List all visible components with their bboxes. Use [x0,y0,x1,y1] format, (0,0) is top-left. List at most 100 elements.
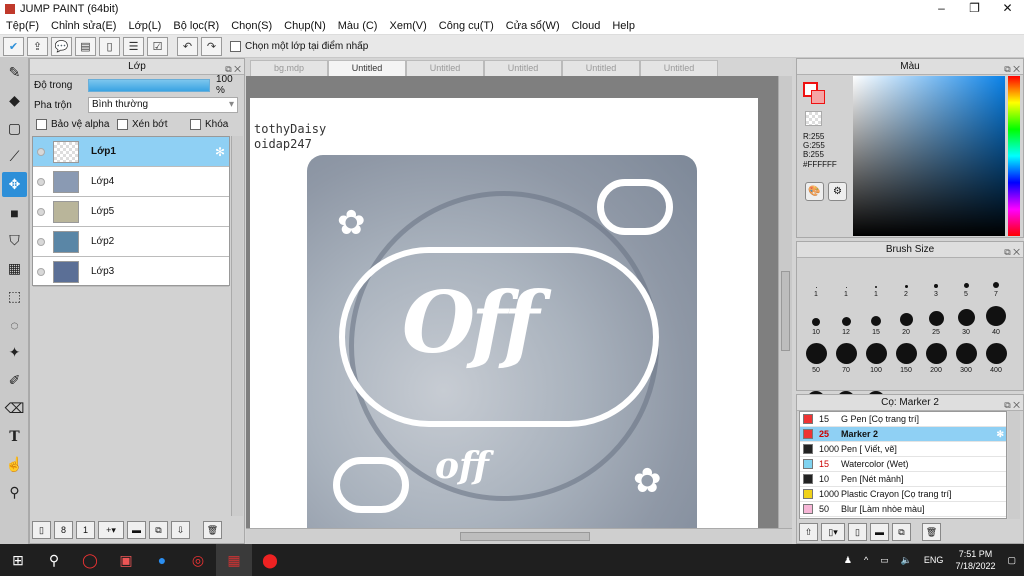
brush-list-scrollbar[interactable] [1008,411,1020,519]
brush-delete-icon[interactable]: 🗑 [922,523,941,541]
layer-row[interactable]: Lớp2 [33,227,229,257]
layer-row[interactable]: Lớp5 [33,197,229,227]
brush-duplicate-icon[interactable]: ⧉ [892,523,911,541]
visibility-toggle[interactable] [37,147,45,156]
blend-mode-select[interactable]: Bình thường [88,97,238,113]
rectangle-tool-icon[interactable]: ▢ [2,116,27,141]
brush-copy-icon[interactable]: ▯▾ [821,523,845,541]
select-eraser-tool-icon[interactable]: ⌫ [2,396,27,421]
saturation-value-picker[interactable] [853,76,1005,236]
menu-select[interactable]: Chọn(S) [225,20,278,32]
brush-folder-icon[interactable]: ▬ [870,523,889,541]
layer-row[interactable]: Lớp4 [33,167,229,197]
brush-add-icon[interactable]: ⇧ [799,523,818,541]
select-rect-tool-icon[interactable]: ⬚ [2,284,27,309]
canvas-horizontal-scrollbar[interactable] [246,528,792,544]
checklist-icon[interactable]: ☑ [147,36,168,56]
bucket-tool-icon[interactable]: ⛉ [2,228,27,253]
new-layer-icon[interactable]: ▯ [32,521,51,539]
brush-size-cell[interactable]: 2 [891,262,921,298]
delete-layer-icon[interactable]: 🗑 [203,521,222,539]
brush-size-cell[interactable]: 15 [861,300,891,336]
gear-icon[interactable]: ✻ [215,145,225,159]
menu-tools[interactable]: Công cụ(T) [433,20,500,32]
close-button[interactable]: ✕ [991,0,1024,17]
canvas-paper[interactable]: tothyDaisy oidap247 Off off ✿ ✿ [250,98,758,528]
record-icon[interactable]: ⬤ [252,544,288,576]
visibility-toggle[interactable] [37,267,45,276]
layer-scrollbar[interactable] [231,136,243,516]
brush-size-cell[interactable]: 1 [861,262,891,298]
menu-file[interactable]: Tệp(F) [0,20,45,32]
layer-row[interactable]: Lớp3 [33,257,229,287]
brush-item[interactable]: 10 Pen [Nét mảnh] [800,472,1006,487]
brush-size-cell[interactable]: 12 [831,300,861,336]
brush-size-cell[interactable]: 20 [891,300,921,336]
panel-detach-icon[interactable]: ⧉ ✕ [225,61,241,77]
merge-down-icon[interactable]: ⇩ [171,521,190,539]
tab-untitled[interactable]: Untitled [484,60,562,76]
duplicate-icon[interactable]: ⧉ [149,521,168,539]
menu-edit[interactable]: Chỉnh sửa(E) [45,20,122,32]
add-layer-menu-icon[interactable]: +▾ [98,521,124,539]
layer-row[interactable]: Lớp1 ✻ [33,137,229,167]
hue-slider[interactable] [1008,76,1020,236]
brush-item[interactable]: 25 Marker 2 ✻ [800,427,1006,442]
folder-icon[interactable]: ▬ [127,521,146,539]
volume-icon[interactable]: 🔈 [901,555,912,566]
tab-untitled[interactable]: Untitled [406,60,484,76]
windows-start-icon[interactable]: ⊞ [0,544,36,576]
menu-view[interactable]: Xem(V) [383,20,432,32]
visibility-toggle[interactable] [37,207,45,216]
list-icon[interactable]: ☰ [123,36,144,56]
background-color-swatch[interactable] [811,90,825,104]
protect-alpha-checkbox[interactable] [36,118,47,130]
brush-size-cell[interactable]: 100 [861,338,891,374]
brush-tool-icon[interactable]: ✎ [2,60,27,85]
brush-item[interactable]: 15 Watercolor (Wet) [800,457,1006,472]
canvas-area[interactable]: tothyDaisy oidap247 Off off ✿ ✿ [246,76,778,528]
jump-paint-icon[interactable]: ▦ [216,544,252,576]
transparent-swatch[interactable] [805,111,822,126]
people-icon[interactable]: ♟ [844,555,852,566]
brush-size-cell[interactable]: 1 [801,262,831,298]
canvas-vertical-scrollbar[interactable] [778,76,792,528]
menu-filter[interactable]: Bộ lọc(R) [167,20,225,32]
brush-item[interactable]: 1000 Plastic Crayon [Cọ trang trí] [800,487,1006,502]
brush-item[interactable]: 1000 Pen [ Viết, vẽ] [800,442,1006,457]
brush-size-cell[interactable]: 40 [981,300,1011,336]
lock-checkbox[interactable] [190,118,201,130]
upload-icon[interactable]: ⇪ [27,36,48,56]
page-icon[interactable]: ▯ [99,36,120,56]
visibility-toggle[interactable] [37,237,45,246]
app-icon-red[interactable]: ▣ [108,544,144,576]
opera-gx-icon[interactable]: ◎ [180,544,216,576]
clock[interactable]: 7:51 PM 7/18/2022 [955,548,995,572]
brush-size-cell[interactable]: 25 [921,300,951,336]
tray-up-arrow-icon[interactable]: ^ [864,555,868,565]
tab-untitled[interactable]: Untitled [640,60,718,76]
minimize-button[interactable]: – [925,0,958,17]
language-indicator[interactable]: ENG [924,555,944,565]
brush-size-cell[interactable]: 5 [951,262,981,298]
tab-bg-mdp[interactable]: bg.mdp [250,60,328,76]
brush-size-cell[interactable]: 10 [801,300,831,336]
palette-settings-icon[interactable]: ⚙ [828,182,847,201]
move-tool-icon[interactable]: ✥ [2,172,27,197]
brush-size-cell[interactable]: 200 [921,338,951,374]
line-tool-icon[interactable]: ⟋ [2,144,27,169]
brush-item[interactable]: 15 G Pen [Cọ trang trí] [800,412,1006,427]
palette-icon[interactable]: 🎨 [805,182,824,201]
brush-page-icon[interactable]: ▯ [848,523,867,541]
visibility-toggle[interactable] [37,177,45,186]
network-icon[interactable]: ▭ [880,555,889,566]
brush-item[interactable]: 50 Blur [Làm nhòe màu] [800,502,1006,517]
brush-size-cell[interactable]: 7 [981,262,1011,298]
tab-untitled[interactable]: Untitled [562,60,640,76]
fill-rect-tool-icon[interactable]: ■ [2,200,27,225]
menu-help[interactable]: Help [606,20,641,32]
lasso-tool-icon[interactable]: ◌ [2,312,27,337]
speech-bubble-icon[interactable]: 💬 [51,36,72,56]
tab-untitled-active[interactable]: Untitled [328,60,406,76]
brush-size-cell[interactable]: 300 [951,338,981,374]
